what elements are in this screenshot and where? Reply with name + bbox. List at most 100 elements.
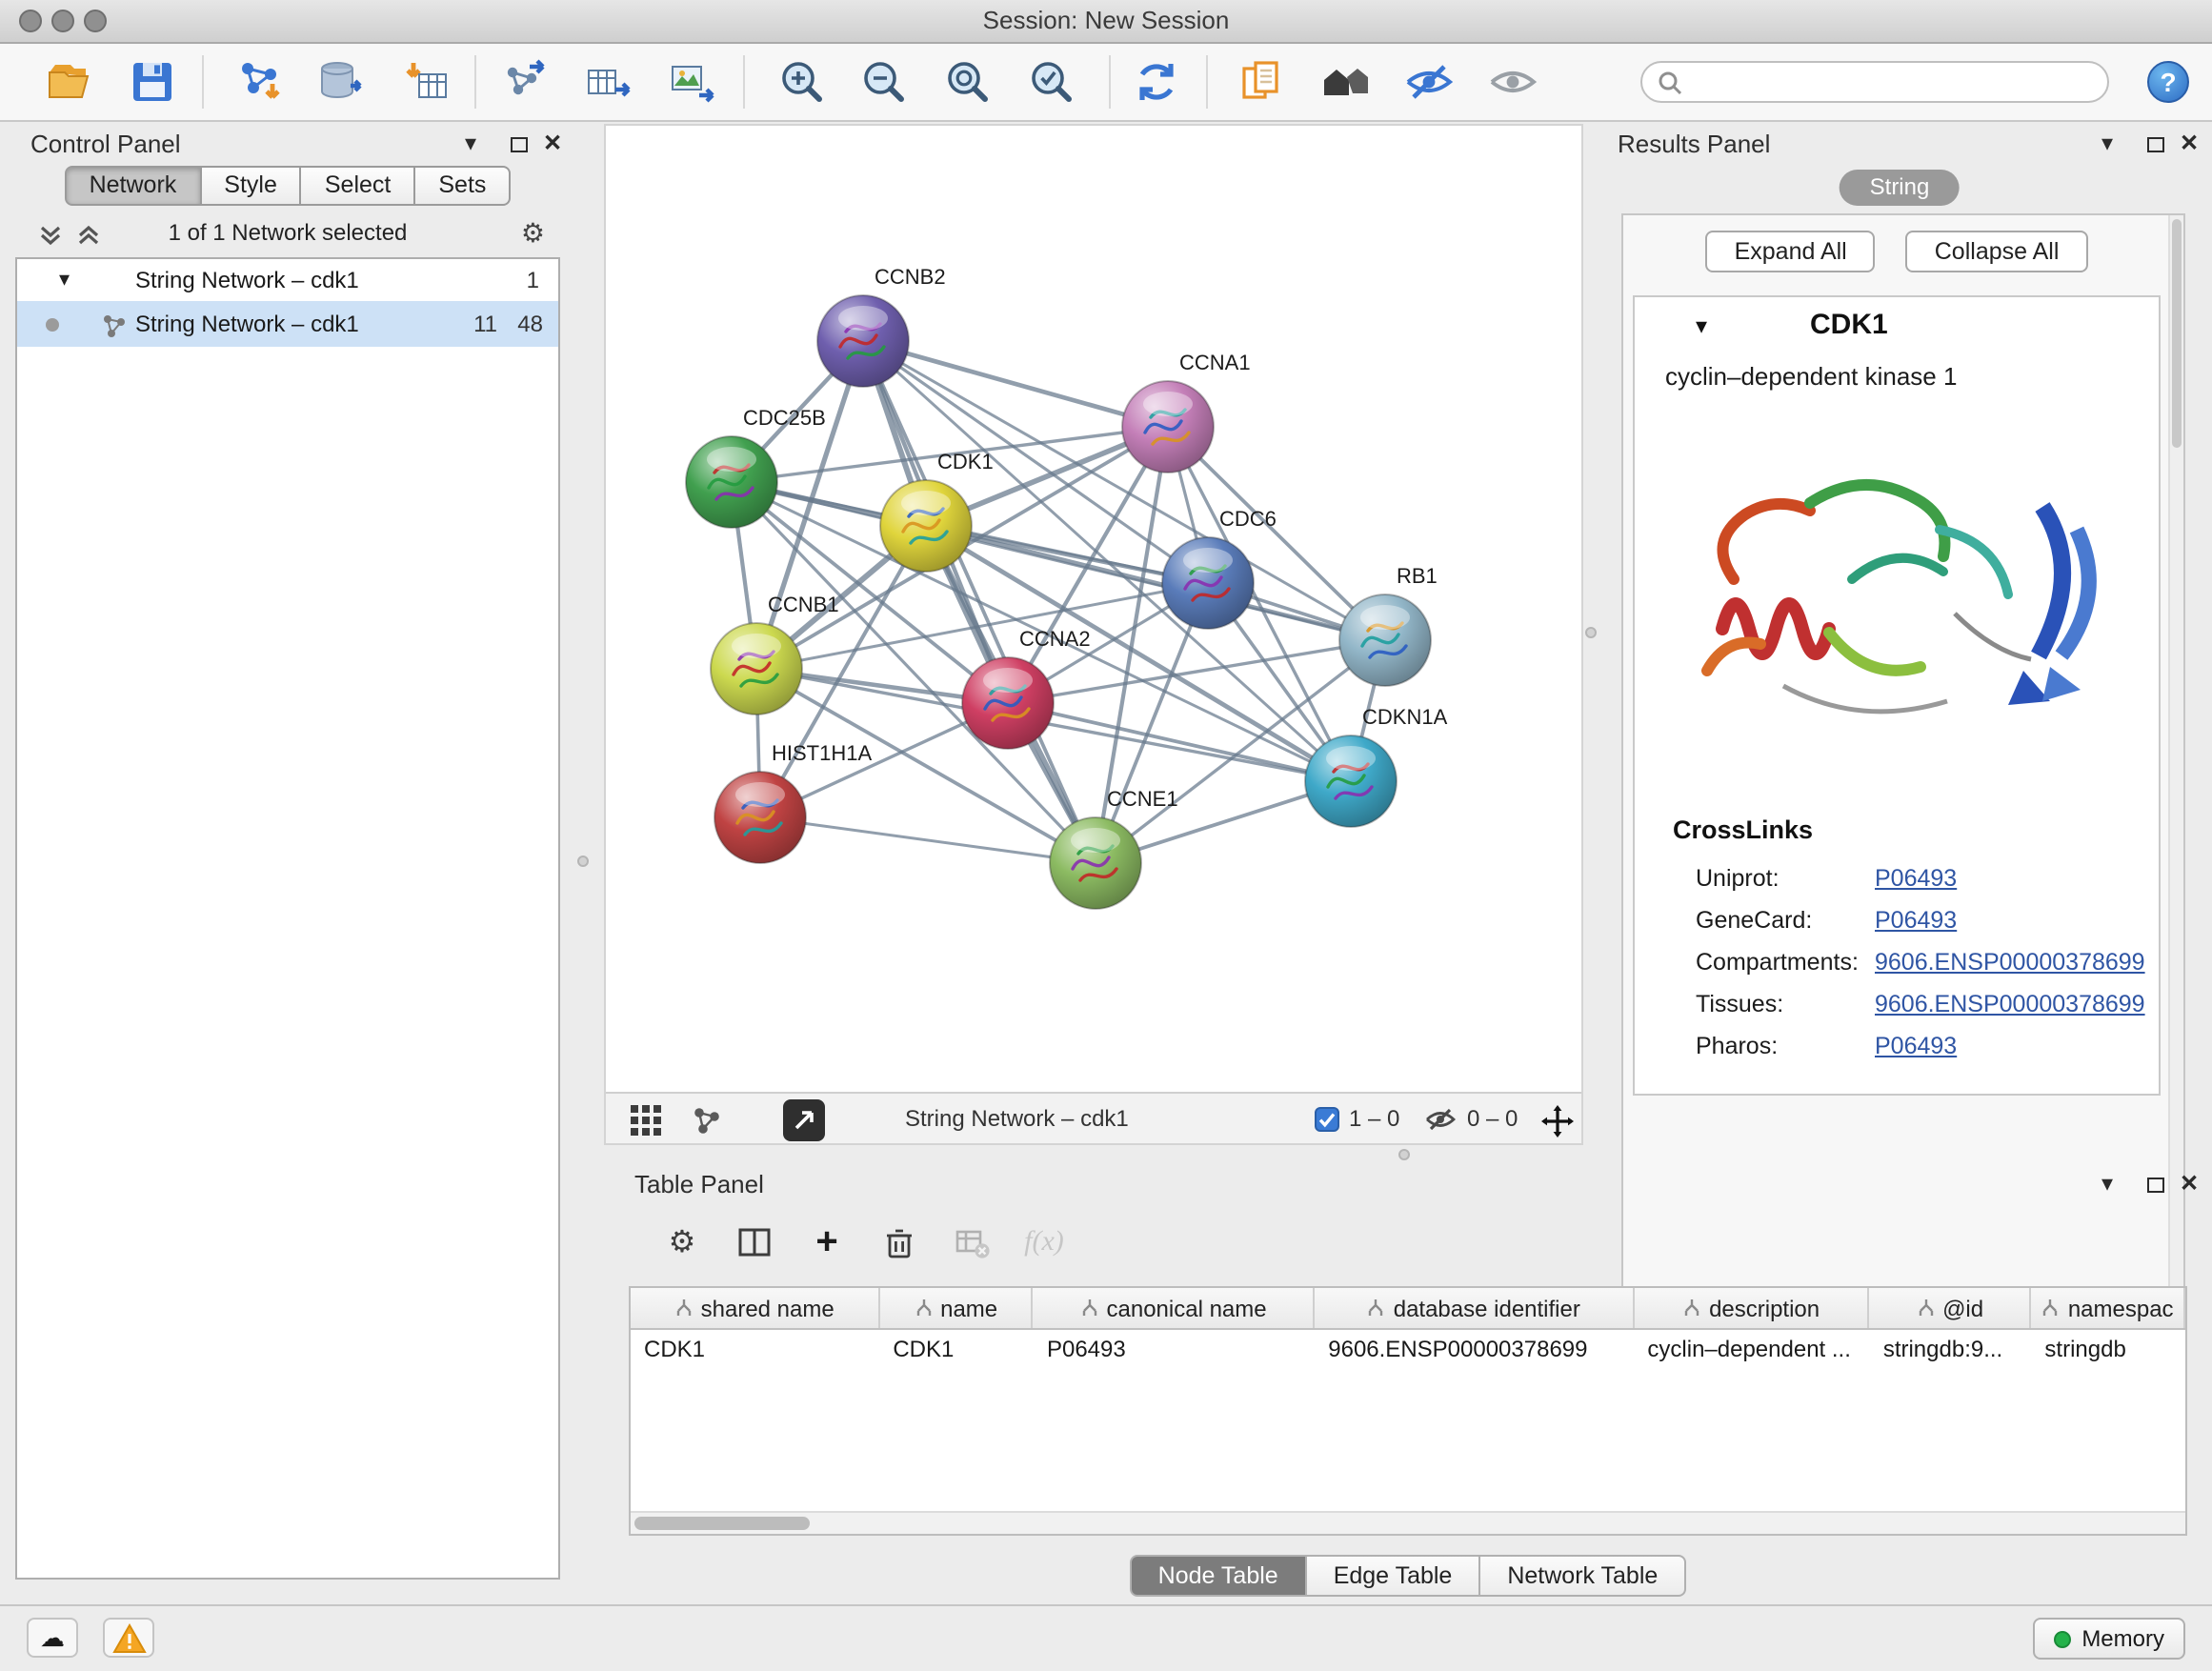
application-window: Session: New Session: [0, 0, 2212, 1671]
column-header-database-identifier[interactable]: database identifier: [1315, 1288, 1634, 1328]
table-options-button[interactable]: ⚙: [654, 1214, 711, 1271]
tab-style[interactable]: Style: [201, 166, 302, 206]
bottom-splitter-handle[interactable]: [1398, 1149, 1410, 1160]
delete-column-button[interactable]: [871, 1214, 928, 1271]
column-header-description[interactable]: description: [1634, 1288, 1869, 1328]
network-edge[interactable]: [1008, 703, 1351, 781]
memory-button[interactable]: Memory: [2032, 1618, 2185, 1660]
search-input[interactable]: [1692, 67, 2092, 97]
zoom-selected-button[interactable]: [1023, 53, 1080, 111]
network-node-cdc25b[interactable]: CDC25B: [686, 406, 826, 528]
tree-expand-icon[interactable]: ▾: [59, 259, 70, 301]
left-splitter-handle[interactable]: [577, 856, 589, 867]
tab-select[interactable]: Select: [302, 166, 416, 206]
export-network-button[interactable]: [497, 53, 554, 111]
control-panel-close-button[interactable]: ✕: [543, 130, 562, 156]
import-table-icon: [402, 57, 452, 107]
protein-card-collapse-icon[interactable]: ▾: [1696, 312, 1707, 339]
network-edge[interactable]: [760, 817, 1096, 863]
delete-table-button[interactable]: [943, 1214, 1000, 1271]
function-builder-button[interactable]: f(x): [1016, 1214, 1073, 1271]
table-cell[interactable]: cyclin–dependent ...: [1634, 1330, 1869, 1370]
table-cell[interactable]: P06493: [1034, 1330, 1315, 1370]
column-header--id[interactable]: @id: [1870, 1288, 2032, 1328]
tab-sets[interactable]: Sets: [415, 166, 511, 206]
table-panel-float-button[interactable]: ▾: [2101, 1170, 2113, 1197]
crosslink-value-link[interactable]: P06493: [1875, 865, 1957, 892]
table-cell[interactable]: stringdb:9...: [1870, 1330, 2032, 1370]
column-header-canonical-name[interactable]: canonical name: [1034, 1288, 1315, 1328]
network-node-ccna1[interactable]: CCNA1: [1122, 351, 1251, 473]
zoom-fit-button[interactable]: [939, 53, 996, 111]
results-panel-close-button[interactable]: ✕: [2180, 130, 2199, 156]
save-session-button[interactable]: [124, 53, 181, 111]
network-row-selected[interactable]: String Network – cdk1 11 48: [17, 301, 558, 347]
column-header-name[interactable]: name: [879, 1288, 1034, 1328]
create-column-button[interactable]: +: [798, 1214, 855, 1271]
crosslink-value-link[interactable]: P06493: [1875, 1033, 1957, 1059]
network-options-gear-icon[interactable]: ⚙: [521, 217, 545, 250]
warnings-button[interactable]: [103, 1618, 154, 1658]
network-node-ccnb2[interactable]: CCNB2: [817, 265, 946, 387]
export-table-button[interactable]: [579, 53, 636, 111]
first-neighbors-button[interactable]: [1317, 53, 1374, 111]
toolbar-separator: [202, 55, 204, 109]
tab-edge-table[interactable]: Edge Table: [1307, 1555, 1481, 1597]
table-row[interactable]: CDK1CDK1P064939606.ENSP00000378699cyclin…: [631, 1330, 2185, 1370]
table-cell[interactable]: 9606.ENSP00000378699: [1315, 1330, 1634, 1370]
network-node-ccnb1[interactable]: CCNB1: [711, 593, 839, 715]
table-cell[interactable]: stringdb: [2031, 1330, 2185, 1370]
scrollbar-thumb[interactable]: [634, 1517, 810, 1530]
control-panel-maximize-button[interactable]: [511, 137, 528, 152]
selection-mode-button[interactable]: [1536, 1099, 1578, 1141]
import-network-database-button[interactable]: [311, 53, 368, 111]
crosslink-value-link[interactable]: P06493: [1875, 907, 1957, 934]
help-button[interactable]: ?: [2147, 61, 2189, 103]
crosslink-value-link[interactable]: 9606.ENSP00000378699: [1875, 991, 2145, 1017]
show-columns-button[interactable]: [726, 1214, 783, 1271]
open-folder-icon: [44, 57, 93, 107]
apply-layout-button[interactable]: [1128, 53, 1185, 111]
results-panel-float-button[interactable]: ▾: [2101, 130, 2113, 156]
results-panel-maximize-button[interactable]: [2147, 137, 2164, 152]
hidden-eye-slash-icon[interactable]: [1425, 1107, 1456, 1132]
export-image-button[interactable]: [663, 53, 720, 111]
zoom-in-button[interactable]: [774, 53, 831, 111]
tab-node-table[interactable]: Node Table: [1130, 1555, 1307, 1597]
table-panel-close-button[interactable]: ✕: [2180, 1170, 2199, 1197]
network-node-cdk1[interactable]: CDK1: [880, 450, 994, 572]
tab-network-table[interactable]: Network Table: [1480, 1555, 1686, 1597]
show-all-button[interactable]: [1484, 53, 1541, 111]
network-node-rb1[interactable]: RB1: [1339, 564, 1438, 686]
table-cell[interactable]: CDK1: [631, 1330, 879, 1370]
cloud-status-button[interactable]: ☁: [27, 1618, 78, 1658]
birdseye-view-button[interactable]: [625, 1099, 667, 1141]
right-splitter-handle[interactable]: [1585, 627, 1597, 638]
new-network-from-selection-button[interactable]: [1233, 53, 1290, 111]
control-panel-float-button[interactable]: ▾: [465, 130, 476, 156]
column-header-namespac[interactable]: namespac: [2031, 1288, 2185, 1328]
network-tree: ▾ String Network – cdk1 1 String Network…: [15, 257, 560, 1580]
detach-view-button[interactable]: [783, 1099, 825, 1141]
open-session-button[interactable]: [40, 53, 97, 111]
import-table-file-button[interactable]: [398, 53, 455, 111]
crosslink-value-link[interactable]: 9606.ENSP00000378699: [1875, 949, 2145, 976]
collapse-all-button[interactable]: Collapse All: [1906, 231, 2088, 272]
string-tab-badge[interactable]: String: [1840, 170, 1961, 206]
table-panel-maximize-button[interactable]: [2147, 1178, 2164, 1193]
network-edge[interactable]: [756, 341, 863, 669]
network-graph[interactable]: CCNB2CCNA1CDC25BCDK1CDC6RB1CCNB1CCNA2CDK…: [606, 126, 1581, 1094]
table-cell[interactable]: CDK1: [879, 1330, 1034, 1370]
selected-checkbox-icon[interactable]: [1315, 1107, 1339, 1132]
network-node-cdkn1a[interactable]: CDKN1A: [1305, 705, 1448, 827]
import-network-file-button[interactable]: [231, 53, 288, 111]
network-collection-row[interactable]: ▾ String Network – cdk1 1: [17, 259, 558, 301]
network-overview-button[interactable]: [686, 1099, 728, 1141]
hide-selected-button[interactable]: [1400, 53, 1458, 111]
column-header-shared-name[interactable]: shared name: [631, 1288, 879, 1328]
tab-network[interactable]: Network: [65, 166, 202, 206]
network-node-hist1h1a[interactable]: HIST1H1A: [714, 741, 872, 863]
zoom-out-button[interactable]: [855, 53, 913, 111]
expand-all-button[interactable]: Expand All: [1706, 231, 1876, 272]
table-horizontal-scrollbar[interactable]: [631, 1511, 2185, 1534]
